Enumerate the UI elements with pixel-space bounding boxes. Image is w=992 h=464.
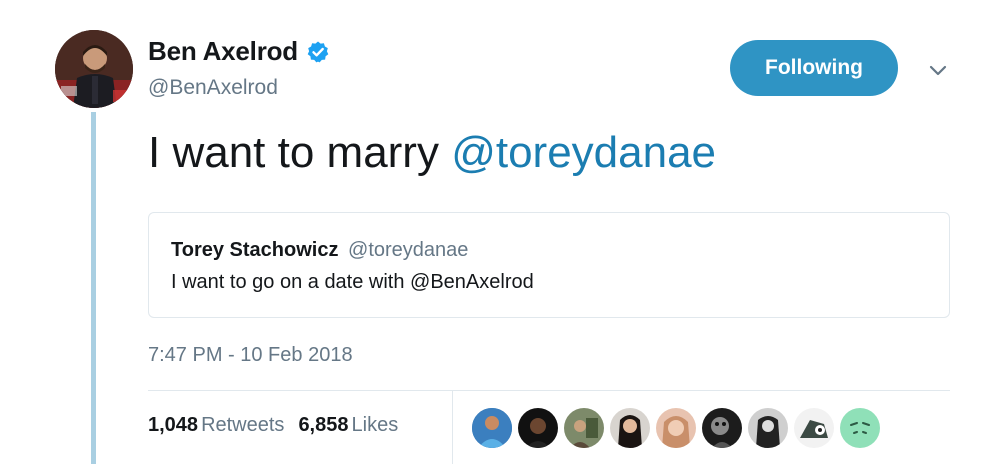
likes-count: 6,858	[298, 414, 349, 436]
retweets-stat[interactable]: 1,048 Retweets	[148, 414, 284, 436]
liker-avatar[interactable]	[654, 406, 698, 450]
chevron-down-icon[interactable]	[926, 58, 950, 82]
quoted-author-name: Torey Stachowicz	[171, 239, 339, 261]
verified-badge-icon	[306, 40, 330, 64]
author-avatar[interactable]	[55, 30, 133, 108]
liker-avatar[interactable]	[792, 406, 836, 450]
liker-avatar[interactable]	[746, 406, 790, 450]
liker-avatar[interactable]	[516, 406, 560, 450]
tweet-text-body: I want to marry	[148, 128, 452, 177]
quoted-tweet-text: I want to go on a date with @BenAxelrod	[171, 271, 534, 293]
author-display-name[interactable]: Ben Axelrod	[148, 36, 298, 67]
author-name-row: Ben Axelrod	[148, 36, 330, 67]
liker-avatar[interactable]	[838, 406, 882, 450]
tweet-mention-link[interactable]: @toreydanae	[451, 128, 716, 177]
following-button[interactable]: Following	[730, 40, 898, 96]
likes-label: Likes	[351, 414, 399, 436]
stats-vertical-divider	[452, 391, 453, 464]
liker-avatar[interactable]	[470, 406, 514, 450]
quoted-tweet-header: Torey Stachowicz @toreydanae	[171, 239, 468, 262]
author-handle[interactable]: @BenAxelrod	[148, 76, 278, 100]
stats-divider	[148, 390, 950, 391]
tweet-timestamp[interactable]: 7:47 PM - 10 Feb 2018	[148, 344, 353, 367]
thread-connector-line	[91, 112, 96, 464]
liker-avatar[interactable]	[562, 406, 606, 450]
likes-stat[interactable]: 6,858 Likes	[298, 414, 398, 436]
tweet-text: I want to marry @toreydanae	[148, 128, 716, 178]
liker-avatar[interactable]	[700, 406, 744, 450]
quoted-tweet-card[interactable]: Torey Stachowicz @toreydanae I want to g…	[148, 212, 950, 318]
liker-avatar[interactable]	[608, 406, 652, 450]
quoted-author-handle: @toreydanae	[348, 239, 469, 261]
retweets-count: 1,048	[148, 414, 199, 436]
tweet-stats: 1,048 Retweets 6,858 Likes	[148, 414, 398, 437]
retweets-label: Retweets	[201, 414, 285, 436]
